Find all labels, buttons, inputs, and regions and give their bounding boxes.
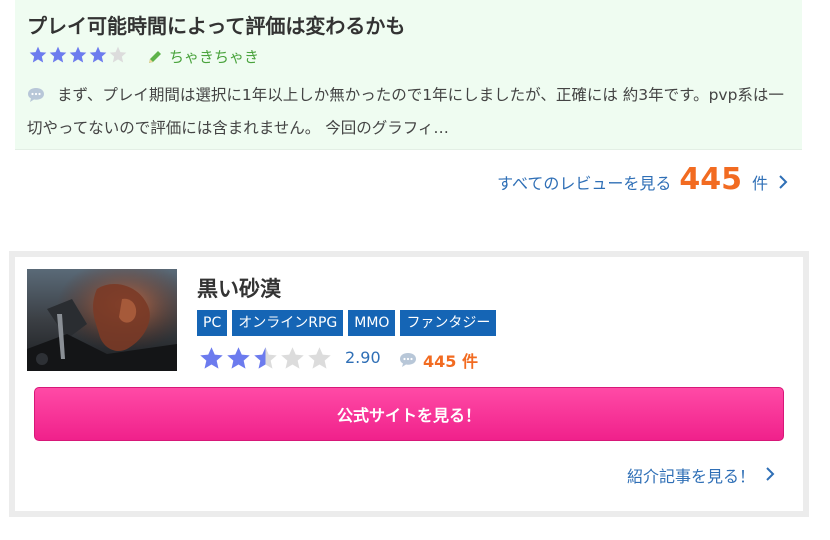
game-review-count[interactable]: 445 件 — [399, 348, 478, 372]
star-filled-icon — [198, 345, 225, 372]
game-review-count-text: 445 件 — [423, 352, 478, 371]
star-empty-icon — [108, 45, 128, 65]
star-half-icon — [252, 345, 279, 372]
intro-article-link[interactable]: 紹介記事を見る！ — [627, 463, 775, 487]
all-reviews-label: すべてのレビューを見る — [497, 174, 672, 193]
star-filled-icon — [28, 45, 48, 65]
star-empty-icon — [279, 345, 306, 372]
all-reviews-unit: 件 — [751, 174, 768, 193]
reviewer: ちゃきちゃき — [147, 46, 259, 67]
intro-article-label: 紹介記事を見る！ — [626, 467, 755, 486]
reviewer-name: ちゃきちゃき — [169, 48, 260, 66]
game-thumbnail[interactable] — [27, 269, 177, 371]
all-reviews-count: 445 — [679, 162, 742, 197]
star-filled-icon — [48, 45, 68, 65]
review-text: まず、プレイ期間は選択に1年以上しか無かったので1年にしましたが、正確には 約3… — [27, 86, 784, 137]
tag-2[interactable]: MMO — [348, 310, 396, 336]
pencil-icon — [149, 50, 161, 63]
star-filled-icon — [68, 45, 88, 65]
game-tags: PC オンラインRPG MMO ファンタジー — [197, 310, 501, 336]
official-site-button[interactable]: 公式サイトを見る！ — [34, 387, 784, 441]
all-reviews-link[interactable]: すべてのレビューを見る 445 件 — [497, 162, 788, 197]
tag-3[interactable]: ファンタジー — [400, 310, 497, 336]
comment-icon — [400, 353, 416, 367]
star-filled-icon — [88, 45, 108, 65]
game-score: 2.90 — [345, 348, 381, 367]
tag-1[interactable]: オンラインRPG — [232, 310, 344, 336]
star-empty-icon — [306, 345, 333, 372]
review-card: プレイ可能時間によって評価は変わるかも ちゃきちゃき まず、プレイ期間は選択に1… — [15, 0, 802, 150]
chevron-right-icon — [778, 174, 788, 193]
comment-icon — [27, 83, 45, 113]
game-card: 黒い砂漠 PC オンラインRPG MMO ファンタジー 2.90 445 件 公式サイ… — [9, 251, 809, 517]
star-filled-icon — [225, 345, 252, 372]
game-rating-stars — [198, 345, 333, 372]
review-rating-stars — [28, 45, 128, 65]
chevron-right-icon — [765, 466, 775, 485]
tag-0[interactable]: PC — [197, 310, 228, 336]
review-body: まず、プレイ期間は選択に1年以上しか無かったので1年にしましたが、正確には 約3… — [27, 80, 787, 143]
game-title[interactable]: 黒い砂漠 — [197, 273, 281, 303]
review-title: プレイ可能時間によって評価は変わるかも — [27, 14, 406, 38]
